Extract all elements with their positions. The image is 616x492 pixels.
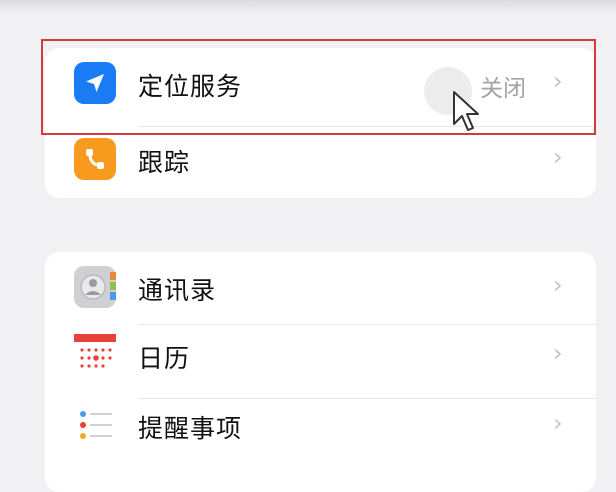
divider	[138, 126, 596, 127]
location-arrow-icon	[74, 62, 116, 104]
chevron-right-icon: ›	[553, 67, 563, 95]
top-shade	[0, 0, 616, 14]
calendar-icon	[74, 334, 116, 376]
tracking-label: 跟踪	[138, 148, 191, 177]
chevron-right-icon: ›	[553, 339, 563, 367]
contacts-icon	[74, 266, 116, 308]
mouse-cursor-icon	[453, 91, 479, 131]
chevron-right-icon: ›	[553, 271, 563, 299]
chevron-right-icon: ›	[553, 409, 563, 437]
tracking-icon	[74, 138, 116, 180]
divider	[138, 324, 596, 325]
calendar-label: 日历	[138, 344, 191, 373]
contacts-row[interactable]: 通讯录 ›	[45, 266, 596, 338]
contacts-label: 通讯录	[138, 276, 217, 305]
reminders-icon	[74, 404, 116, 446]
app-permissions-group: 通讯录 › 日历 › 提醒事项 ›	[45, 252, 596, 492]
divider	[138, 398, 596, 399]
calendar-row[interactable]: 日历 ›	[45, 334, 596, 406]
reminders-row[interactable]: 提醒事项 ›	[45, 404, 596, 476]
chevron-right-icon: ›	[553, 143, 563, 171]
tracking-row[interactable]: 跟踪 ›	[45, 138, 596, 198]
location-services-label: 定位服务	[138, 72, 243, 101]
privacy-settings-group: 定位服务 关闭 › 跟踪 ›	[45, 48, 596, 198]
reminders-label: 提醒事项	[138, 414, 243, 443]
location-services-status: 关闭	[480, 76, 526, 102]
location-services-row[interactable]: 定位服务 关闭 ›	[45, 62, 596, 134]
